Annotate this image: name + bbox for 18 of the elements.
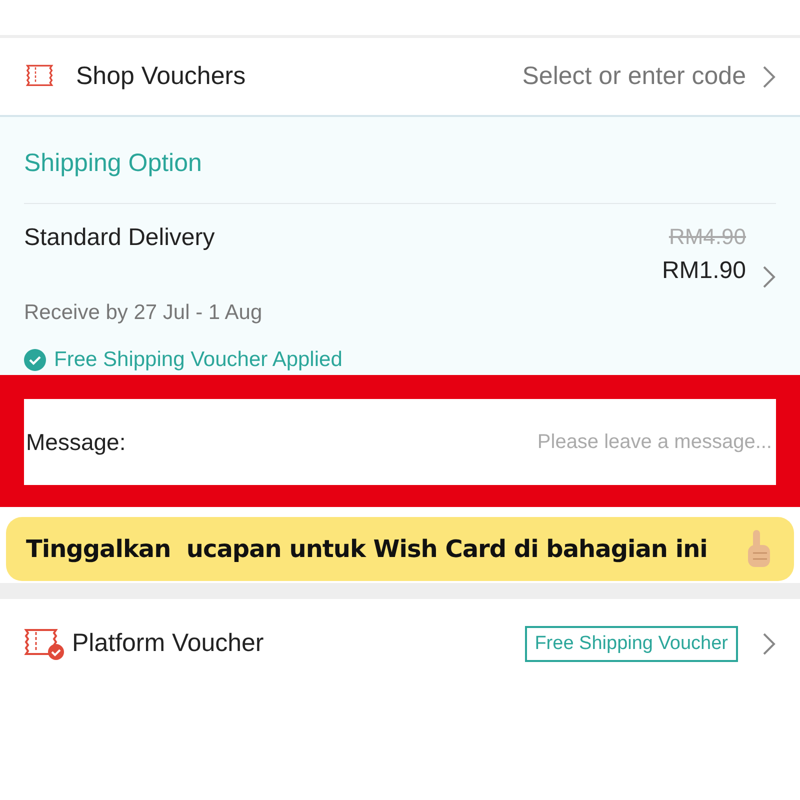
- row-label: Platform Voucher: [72, 628, 264, 660]
- voucher-tag: Free Shipping Voucher: [524, 626, 738, 662]
- voucher-code-hint: Select or enter code: [522, 60, 746, 92]
- message-input[interactable]: Please leave a message...: [484, 426, 774, 458]
- field-label: Message:: [26, 428, 126, 457]
- voucher-check-icon: [24, 628, 64, 660]
- chevron-right-icon[interactable]: [762, 632, 776, 656]
- delivery-method: Standard Delivery: [24, 222, 215, 252]
- delivery-price: RM1.90: [662, 256, 746, 286]
- row-label: Shop Vouchers: [76, 60, 246, 92]
- original-price: RM4.90: [668, 222, 746, 250]
- chevron-right-icon[interactable]: [762, 64, 776, 88]
- voucher-applied-note: Free Shipping Voucher Applied: [54, 347, 342, 373]
- banner-text: Tinggalkan ucapan untuk Wish Card di bahagian ini: [26, 534, 708, 565]
- chevron-right-icon[interactable]: [762, 264, 776, 288]
- section-title: Shipping Option: [24, 117, 776, 204]
- check-circle-icon: [24, 348, 46, 371]
- delivery-date: Receive by 27 Jul - 1 Aug: [24, 300, 264, 326]
